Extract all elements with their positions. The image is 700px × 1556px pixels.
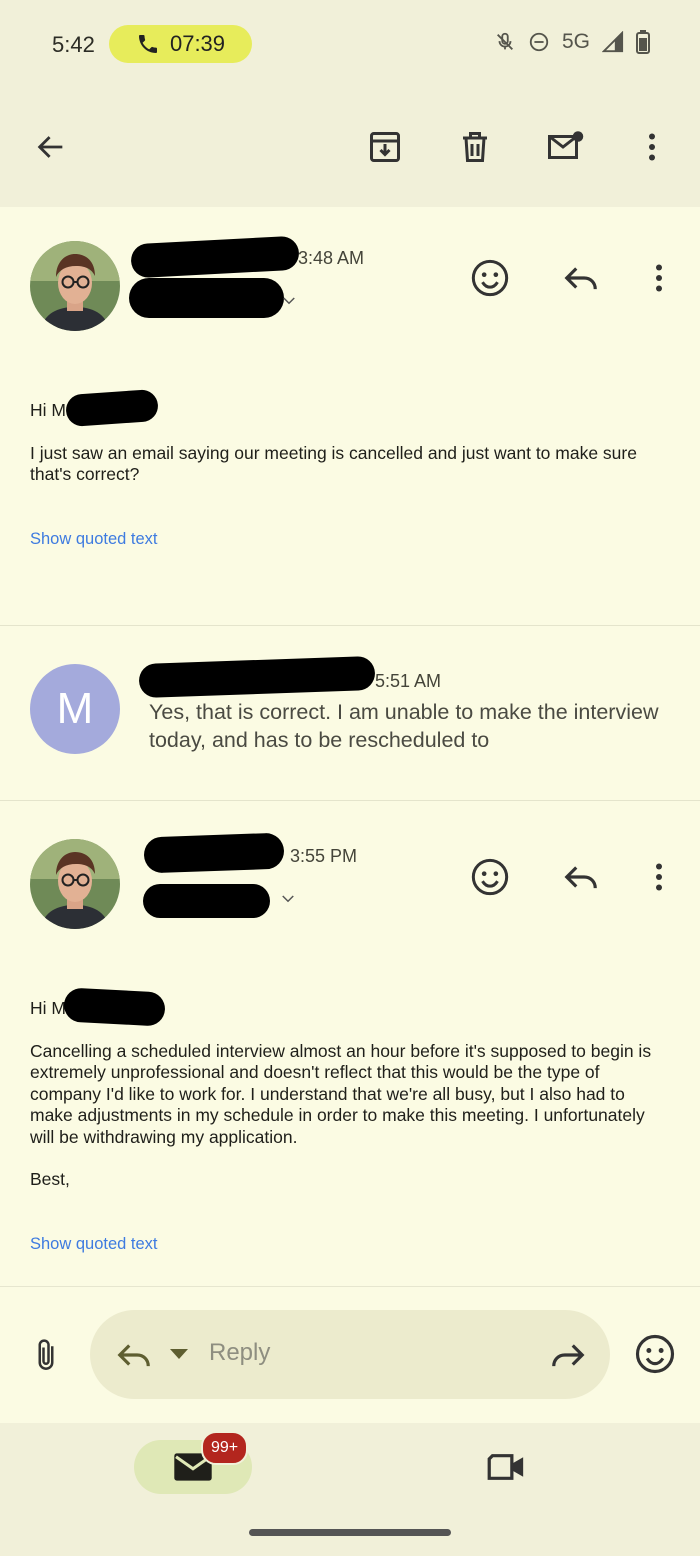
message-timestamp: 3:55 PM	[290, 846, 358, 866]
message-preview: Yes, that is correct. I am unable to mak…	[149, 700, 659, 752]
signoff: Best,	[30, 1169, 70, 1189]
reply-button[interactable]	[559, 855, 603, 899]
show-quoted-text-link[interactable]: Show quoted text	[30, 530, 158, 549]
call-timer: 07:39	[169, 31, 226, 56]
mark-unread-icon	[548, 131, 584, 159]
reply-icon	[117, 1344, 150, 1367]
reply-icon	[564, 267, 597, 290]
back-arrow-icon	[37, 136, 63, 158]
archive-button[interactable]	[364, 126, 406, 168]
redaction-mark	[143, 884, 270, 918]
nav-meet[interactable]	[484, 1445, 530, 1489]
bottom-navigation	[0, 1423, 700, 1556]
emoji-icon	[471, 858, 509, 896]
back-button[interactable]	[30, 126, 72, 168]
more-vert-icon	[656, 863, 662, 891]
sender-avatar[interactable]	[30, 839, 120, 929]
emoji-icon	[471, 259, 509, 297]
gesture-handle[interactable]	[249, 1529, 451, 1536]
delete-icon	[463, 132, 487, 162]
message-timestamp: 5:51 AM	[375, 671, 442, 691]
unread-badge: 99+	[201, 1431, 249, 1465]
redaction-mark	[143, 832, 285, 874]
delete-button[interactable]	[454, 126, 496, 168]
network-type: 5G	[561, 30, 590, 53]
sender-avatar[interactable]	[30, 241, 120, 331]
forward-icon	[552, 1344, 585, 1367]
profile-photo	[30, 241, 120, 331]
video-call-icon	[487, 1454, 524, 1480]
more-options-button[interactable]	[631, 126, 673, 168]
system-icons: 5G	[494, 30, 650, 54]
ongoing-call-chip[interactable]: 07:39	[109, 25, 252, 63]
signal-icon	[602, 31, 624, 53]
reply-icon	[564, 866, 597, 889]
add-reaction-button[interactable]	[468, 256, 512, 300]
message-more-button[interactable]	[637, 256, 681, 300]
emoji-icon	[635, 1334, 675, 1374]
redaction-mark	[63, 987, 166, 1027]
body-text: Cancelling a scheduled interview almost …	[30, 1040, 652, 1147]
attachment-icon	[38, 1339, 54, 1370]
reply-placeholder[interactable]: Reply	[209, 1339, 270, 1367]
battery-icon	[636, 30, 650, 54]
mic-off-icon	[497, 32, 513, 50]
chevron-down-icon[interactable]	[279, 292, 299, 310]
caret-down-icon[interactable]	[168, 1345, 190, 1363]
redaction-mark	[129, 278, 284, 318]
do-not-disturb-icon	[529, 32, 549, 52]
message-body: Hi M Cancelling a scheduled interview al…	[30, 998, 670, 1191]
sender-avatar-letter[interactable]: M	[30, 664, 120, 754]
profile-photo	[30, 839, 120, 929]
redaction-mark	[64, 388, 160, 428]
top-app-bar	[0, 95, 700, 207]
phone-icon	[138, 35, 157, 53]
chevron-down-icon[interactable]	[278, 890, 298, 908]
archive-icon	[370, 132, 400, 162]
emoji-button[interactable]	[632, 1331, 678, 1377]
more-vert-icon	[656, 264, 662, 292]
add-reaction-button[interactable]	[468, 855, 512, 899]
body-text: I just saw an email saying our meeting i…	[30, 442, 637, 485]
message-timestamp: 3:48 AM	[298, 248, 365, 268]
message-more-button[interactable]	[637, 855, 681, 899]
attach-button[interactable]	[26, 1334, 66, 1376]
status-time: 5:42	[52, 32, 95, 57]
reply-mode-button[interactable]	[112, 1334, 156, 1376]
show-quoted-text-link[interactable]: Show quoted text	[30, 1235, 158, 1254]
mark-unread-button[interactable]	[543, 126, 589, 168]
more-vert-icon	[649, 133, 655, 161]
reply-button[interactable]	[559, 256, 603, 300]
forward-button[interactable]	[546, 1334, 590, 1376]
